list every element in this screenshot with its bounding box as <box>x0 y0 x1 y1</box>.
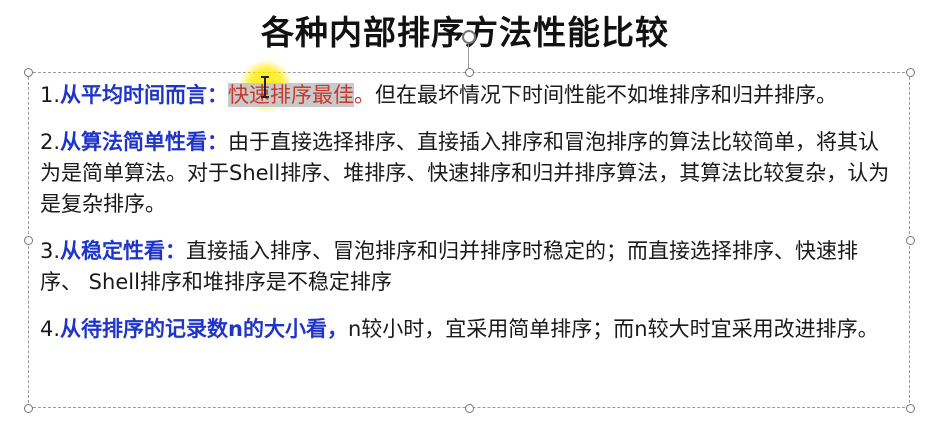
paragraph-number: 2. <box>40 130 61 154</box>
selected-text-tail: 。 <box>354 83 376 107</box>
resize-handle-top-center[interactable] <box>465 68 474 77</box>
paragraph-number: 4. <box>40 317 61 341</box>
paragraph-average-time: 1.从平均时间而言：快速排序最佳。但在最坏情况下时间性能不如堆排序和归并排序。 <box>40 80 900 111</box>
paragraph-record-count: 4.从待排序的记录数n的大小看，n较小时，宜采用简单排序；而n较大时宜采用改进排… <box>40 314 900 345</box>
rotate-handle[interactable] <box>462 30 476 44</box>
text-cursor-icon <box>261 76 269 98</box>
paragraph-keyword: 从待排序的记录数n的大小看， <box>60 317 348 341</box>
paragraph-keyword: 从稳定性看： <box>60 239 187 263</box>
paragraph-keyword: 从平均时间而言： <box>60 83 229 107</box>
resize-handle-bottom-right[interactable] <box>906 404 915 413</box>
paragraph-number: 1. <box>40 83 61 107</box>
resize-handle-middle-right[interactable] <box>906 236 915 245</box>
resize-handle-bottom-center[interactable] <box>465 404 474 413</box>
paragraph-text: n较小时，宜采用简单排序；而n较大时宜采用改进排序。 <box>348 317 879 341</box>
paragraph-number: 3. <box>40 239 61 263</box>
text-box-content[interactable]: 1.从平均时间而言：快速排序最佳。但在最坏情况下时间性能不如堆排序和归并排序。 … <box>40 80 900 361</box>
paragraph-text: 但在最坏情况下时间性能不如堆排序和归并排序。 <box>375 83 838 107</box>
selected-text[interactable]: 快速排序最佳 <box>228 83 355 107</box>
resize-handle-middle-left[interactable] <box>24 236 33 245</box>
resize-handle-top-left[interactable] <box>24 68 33 77</box>
paragraph-keyword: 从算法简单性看： <box>60 130 229 154</box>
paragraph-stability: 3.从稳定性看：直接插入排序、冒泡排序和归并排序时稳定的；而直接选择排序、快速排… <box>40 236 900 298</box>
resize-handle-bottom-left[interactable] <box>24 404 33 413</box>
resize-handle-top-right[interactable] <box>906 68 915 77</box>
paragraph-simplicity: 2.从算法简单性看：由于直接选择排序、直接插入排序和冒泡排序的算法比较简单，将其… <box>40 127 900 220</box>
